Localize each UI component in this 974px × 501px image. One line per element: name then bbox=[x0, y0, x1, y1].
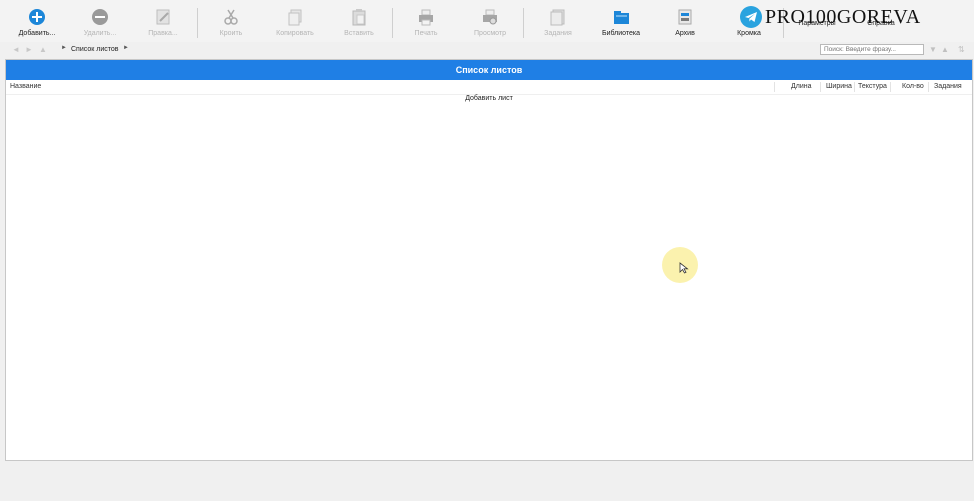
search-dropdown-icon[interactable]: ▼ bbox=[929, 45, 937, 54]
mouse-cursor-icon bbox=[679, 262, 689, 274]
tasks-icon bbox=[549, 8, 567, 26]
column-width[interactable]: Ширина bbox=[826, 83, 852, 90]
archive-icon bbox=[676, 8, 694, 26]
breadcrumb-caret-icon[interactable]: ► bbox=[123, 45, 129, 51]
add-button[interactable]: Добавить... bbox=[12, 8, 62, 40]
edit-icon bbox=[154, 8, 172, 26]
breadcrumb[interactable]: Список листов bbox=[71, 46, 118, 53]
cut-button-label: Кроить bbox=[219, 30, 243, 37]
up-arrow-icon[interactable]: ▲ bbox=[39, 45, 47, 54]
column-qty[interactable]: Кол-во bbox=[902, 83, 924, 90]
delete-button[interactable]: Удалить... bbox=[75, 8, 125, 40]
column-name[interactable]: Название bbox=[10, 83, 41, 90]
scissors-icon bbox=[222, 8, 240, 26]
preview-button[interactable]: Просмотр bbox=[465, 8, 515, 40]
column-divider bbox=[774, 82, 775, 92]
edit-button-label: Правка... bbox=[148, 30, 178, 37]
tasks-button[interactable]: Задания bbox=[533, 8, 583, 40]
search-up-icon[interactable]: ▲ bbox=[941, 45, 949, 54]
toolbar-separator bbox=[523, 8, 524, 38]
library-button[interactable]: Библиотека bbox=[596, 8, 646, 40]
breadcrumb-caret-icon[interactable]: ► bbox=[61, 45, 67, 51]
column-divider bbox=[854, 82, 855, 92]
tasks-button-label: Задания bbox=[544, 30, 572, 37]
navigation-bar: ◄ ► ▲ ► Список листов ► ▼ ▲ ⇅ bbox=[0, 42, 974, 58]
copy-button[interactable]: Копировать bbox=[270, 8, 320, 40]
printer-icon bbox=[417, 8, 435, 26]
column-divider bbox=[820, 82, 821, 92]
column-tasks[interactable]: Задания bbox=[934, 83, 962, 90]
library-button-label: Библиотека bbox=[601, 30, 641, 37]
remove-circle-icon bbox=[91, 8, 109, 26]
back-arrow-icon[interactable]: ◄ bbox=[12, 45, 20, 54]
paste-button-label: Вставить bbox=[344, 30, 374, 37]
telegram-icon bbox=[740, 6, 762, 28]
forward-arrow-icon[interactable]: ► bbox=[25, 45, 33, 54]
column-length[interactable]: Длина bbox=[791, 83, 812, 90]
sheet-list-panel: Список листов Название Длина Ширина Текс… bbox=[5, 59, 973, 461]
archive-button-label: Архив bbox=[675, 30, 695, 37]
add-button-label: Добавить... bbox=[18, 30, 56, 37]
add-sheet-link[interactable]: Добавить лист bbox=[6, 95, 972, 102]
preview-button-label: Просмотр bbox=[474, 30, 506, 37]
print-button-label: Печать bbox=[414, 30, 438, 37]
column-texture[interactable]: Текстура bbox=[858, 83, 887, 90]
panel-title: Список листов bbox=[6, 60, 972, 80]
sort-icon[interactable]: ⇅ bbox=[958, 45, 965, 54]
archive-button[interactable]: Архив bbox=[660, 8, 710, 40]
column-divider bbox=[890, 82, 891, 92]
main-toolbar: Добавить... Удалить... Правка... Кроить … bbox=[0, 0, 974, 42]
copy-button-label: Копировать bbox=[276, 30, 314, 37]
paste-button[interactable]: Вставить bbox=[334, 8, 384, 40]
cut-button[interactable]: Кроить bbox=[206, 8, 256, 40]
library-icon bbox=[612, 8, 630, 26]
paste-icon bbox=[350, 8, 368, 26]
delete-button-label: Удалить... bbox=[83, 30, 117, 37]
table-header: Название Длина Ширина Текстура Кол-во За… bbox=[6, 80, 972, 95]
toolbar-separator bbox=[197, 8, 198, 38]
edit-button[interactable]: Правка... bbox=[138, 8, 188, 40]
print-button[interactable]: Печать bbox=[401, 8, 451, 40]
brand-text: PRO100GOREVA bbox=[765, 5, 921, 28]
search-input[interactable] bbox=[820, 44, 924, 55]
column-divider bbox=[928, 82, 929, 92]
toolbar-separator bbox=[392, 8, 393, 38]
print-preview-icon bbox=[481, 8, 499, 26]
copy-icon bbox=[286, 8, 304, 26]
brand-watermark: PRO100GOREVA bbox=[740, 5, 921, 29]
add-circle-icon bbox=[28, 8, 46, 26]
edge-button-label: Кромка bbox=[737, 30, 761, 37]
